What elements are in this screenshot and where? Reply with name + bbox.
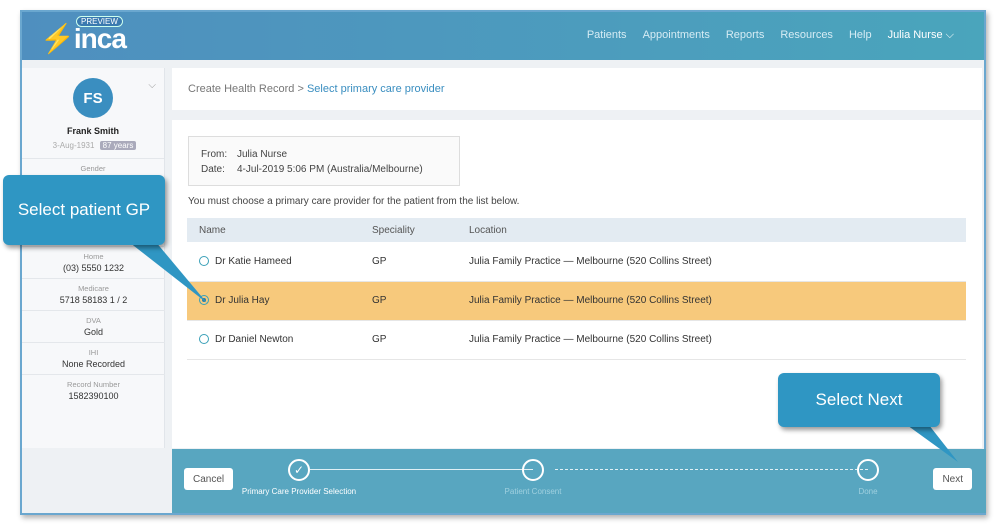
- callout-select-next: Select Next: [778, 373, 940, 427]
- callout-pointers: [120, 235, 958, 462]
- callout-select-gp: Select patient GP: [3, 175, 165, 245]
- callout-pointer-gp: [120, 235, 207, 303]
